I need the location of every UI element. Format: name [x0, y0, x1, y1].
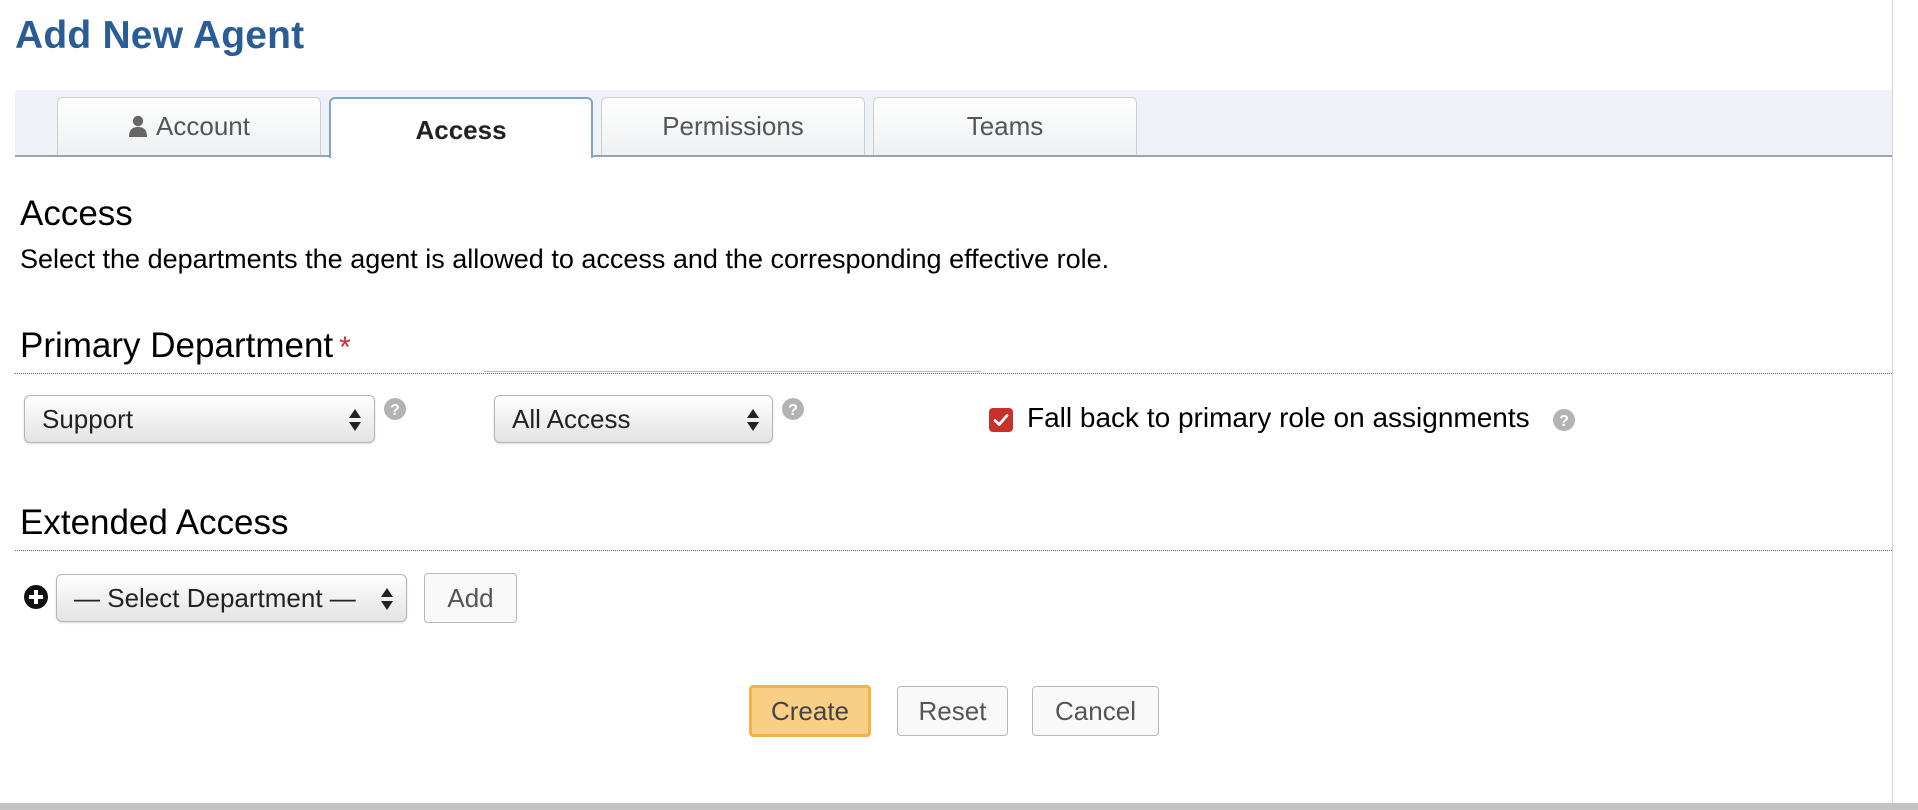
tab-account[interactable]: Account — [57, 97, 321, 155]
tab-account-label: Account — [156, 111, 250, 141]
divider — [484, 371, 981, 372]
reset-button[interactable]: Reset — [897, 686, 1008, 736]
fallback-checkbox[interactable] — [989, 408, 1013, 432]
access-description: Select the departments the agent is allo… — [20, 244, 1110, 274]
add-agent-page: Add New Agent Account Access Permissions… — [0, 0, 1892, 803]
tab-teams-label: Teams — [966, 111, 1044, 141]
svg-text:?: ? — [390, 402, 400, 419]
primary-department-value: Support — [42, 403, 134, 434]
svg-text:?: ? — [1559, 413, 1569, 430]
select-arrows-icon — [747, 409, 759, 431]
primary-department-label: Primary Department — [20, 326, 334, 365]
role-value: All Access — [512, 403, 631, 434]
plus-circle-icon[interactable] — [23, 584, 49, 610]
scrollbar-track[interactable] — [1892, 0, 1918, 803]
section-divider — [15, 373, 1892, 374]
select-arrows-icon — [349, 409, 361, 431]
access-heading: Access — [20, 194, 133, 233]
tab-bar: Account Access Permissions Teams — [15, 90, 1892, 158]
extended-access-heading: Extended Access — [20, 503, 289, 542]
extended-department-value: — Select Department — — [74, 582, 356, 613]
help-icon[interactable]: ? — [781, 397, 805, 421]
fallback-label: Fall back to primary role on assignments — [1027, 402, 1530, 433]
create-button[interactable]: Create — [749, 685, 871, 737]
role-select[interactable]: All Access — [494, 395, 773, 443]
required-marker: * — [339, 331, 351, 364]
help-icon[interactable]: ? — [1552, 408, 1576, 432]
primary-department-heading: Primary Department * — [20, 326, 351, 366]
cancel-button[interactable]: Cancel — [1032, 686, 1159, 736]
select-arrows-icon — [381, 588, 393, 610]
tab-teams[interactable]: Teams — [873, 97, 1137, 155]
user-icon — [129, 115, 148, 137]
primary-department-select[interactable]: Support — [24, 395, 375, 443]
tab-access-label: Access — [415, 115, 507, 145]
help-icon[interactable]: ? — [383, 397, 407, 421]
tab-access[interactable]: Access — [329, 97, 593, 158]
bottom-border — [0, 803, 1918, 810]
tab-permissions[interactable]: Permissions — [601, 97, 865, 155]
checkmark-icon — [993, 414, 1009, 426]
svg-text:?: ? — [788, 402, 798, 419]
page-title: Add New Agent — [15, 14, 305, 57]
tab-permissions-label: Permissions — [662, 111, 804, 141]
extended-department-select[interactable]: — Select Department — — [56, 574, 407, 622]
section-divider — [15, 550, 1892, 551]
add-department-button[interactable]: Add — [424, 573, 517, 623]
